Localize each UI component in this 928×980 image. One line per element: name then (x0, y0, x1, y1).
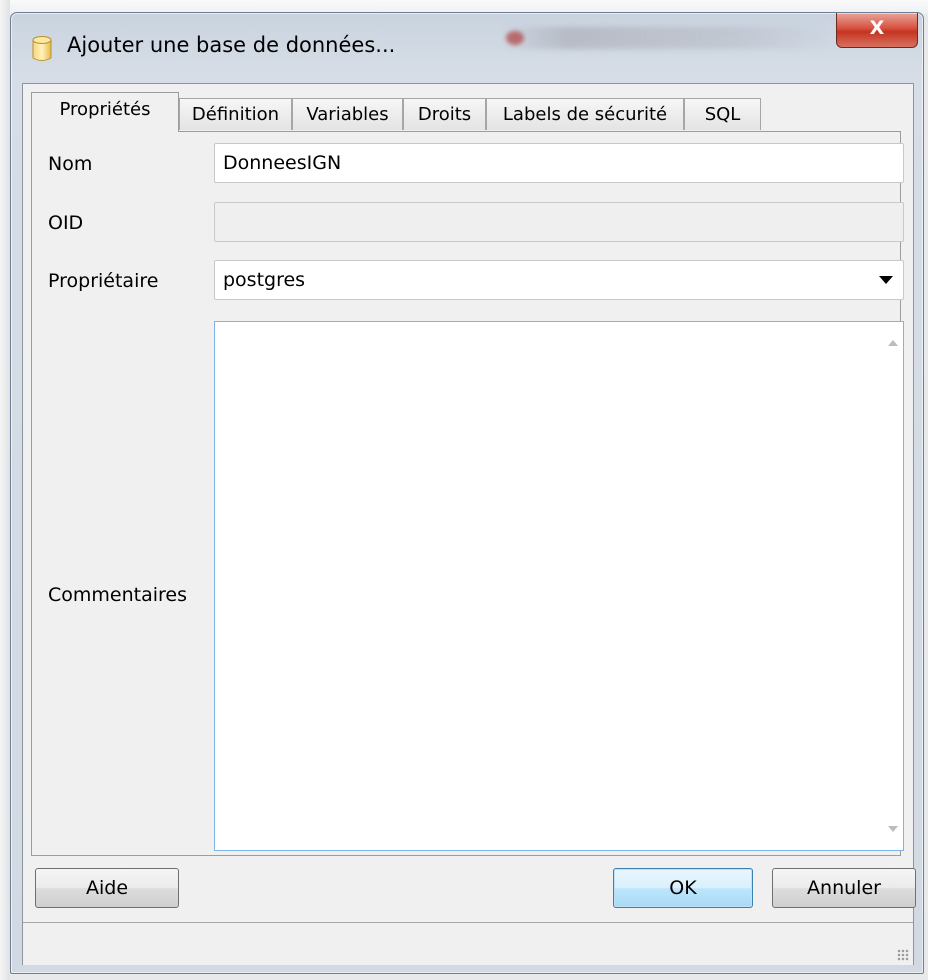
aide-button[interactable]: Aide (35, 868, 179, 908)
oid-field (214, 202, 904, 242)
annuler-button[interactable]: Annuler (772, 868, 916, 908)
proprietaire-select[interactable]: postgres (214, 260, 904, 300)
database-icon (31, 35, 53, 63)
proprietaire-label: Propriétaire (48, 270, 159, 292)
nom-label: Nom (48, 153, 93, 175)
tab-bar: Propriétés Définition Variables Droits L… (31, 92, 911, 132)
tab-proprietes[interactable]: Propriétés (31, 92, 179, 132)
ok-button[interactable]: OK (613, 868, 753, 908)
proprietaire-selected-value: postgres (223, 269, 306, 291)
resize-grip-icon[interactable] (897, 949, 909, 961)
chevron-down-icon[interactable] (879, 276, 893, 284)
scroll-up-icon[interactable] (888, 340, 898, 346)
commentaires-label: Commentaires (48, 584, 187, 606)
dialog-window: Ajouter une base de données... X Proprié… (10, 12, 924, 974)
commentaires-textarea[interactable] (214, 321, 904, 851)
scroll-down-icon[interactable] (888, 826, 898, 832)
desktop-background-edge (0, 0, 10, 980)
window-title: Ajouter une base de données... (67, 33, 396, 57)
dialog-client-area: Propriétés Définition Variables Droits L… (22, 83, 916, 965)
tab-variables[interactable]: Variables (292, 98, 403, 130)
oid-label: OID (48, 212, 84, 234)
tab-panel-proprietes: Nom DonneesIGN OID Propriétaire postgres… (31, 131, 904, 856)
nom-field[interactable]: DonneesIGN (214, 143, 904, 183)
title-bar-reflection (501, 27, 831, 49)
close-button[interactable]: X (836, 13, 918, 48)
tab-labels-securite[interactable]: Labels de sécurité (486, 98, 684, 130)
tab-sql[interactable]: SQL (684, 98, 761, 130)
tab-definition[interactable]: Définition (179, 98, 292, 130)
status-bar (23, 922, 913, 965)
commentaires-scrollbar[interactable] (883, 322, 903, 850)
tab-droits[interactable]: Droits (403, 98, 486, 130)
title-bar[interactable]: Ajouter une base de données... X (11, 13, 923, 83)
close-icon: X (869, 17, 885, 39)
title-bar-reflection-dot (506, 31, 524, 45)
